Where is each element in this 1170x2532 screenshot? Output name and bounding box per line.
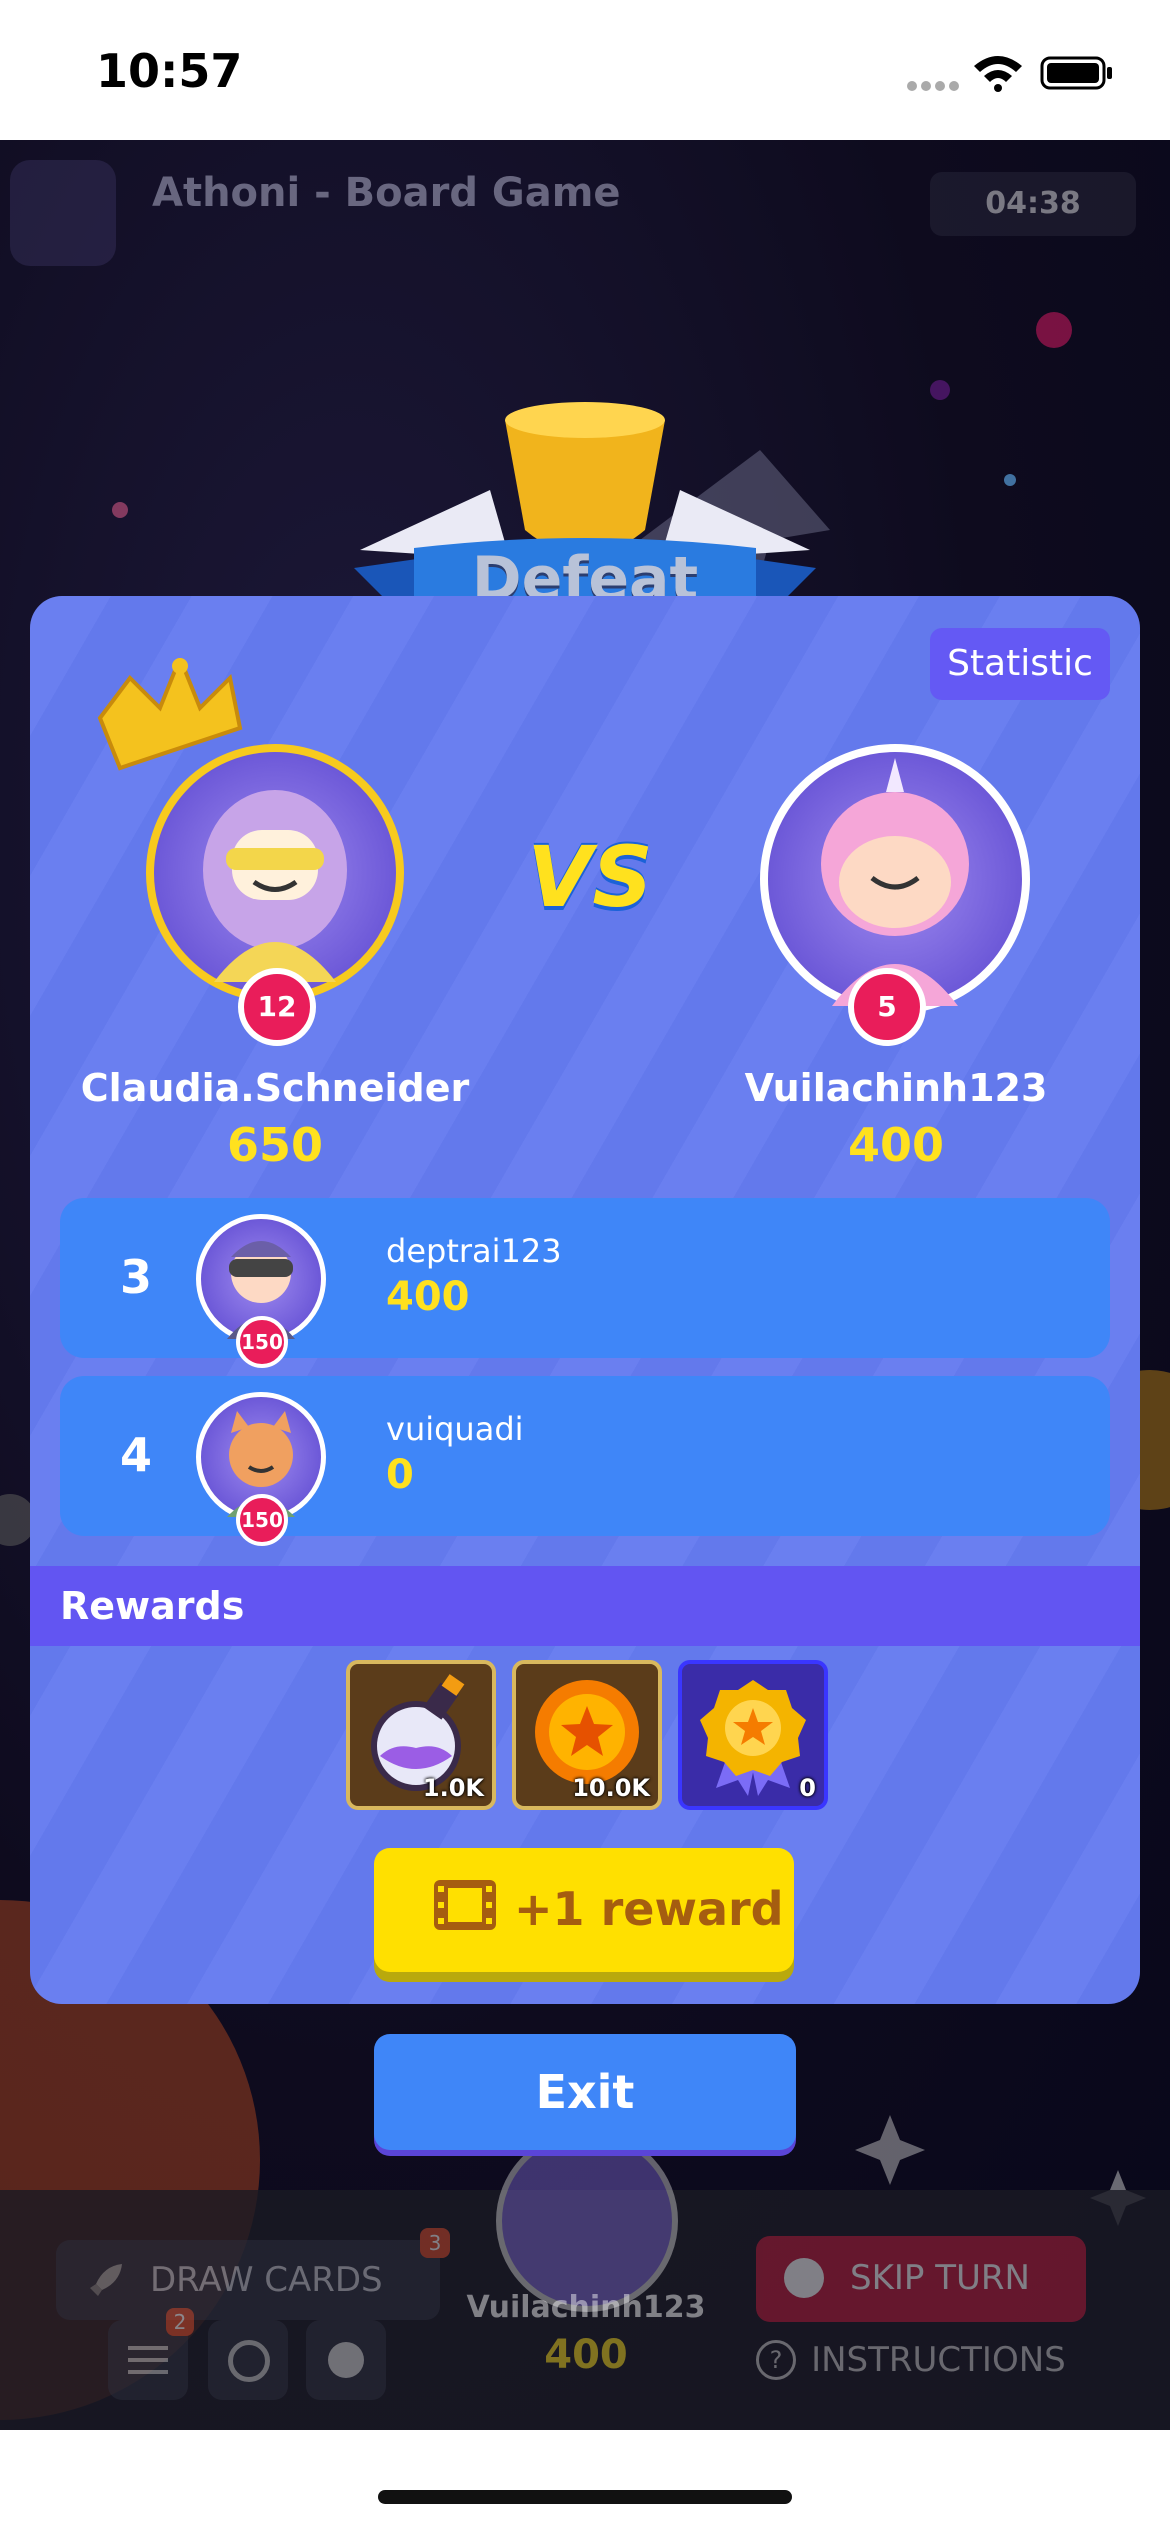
result-panel: Statistic 12 Claudia.Schneider 650 VS 5 … <box>30 596 1140 2004</box>
reward-count: 1.0K <box>422 1774 484 1802</box>
player-left-score: 650 <box>226 1118 324 1172</box>
player-left-avatar <box>146 744 404 1002</box>
row-rank: 3 <box>119 1250 152 1304</box>
question-circle-icon: ? <box>756 2340 796 2380</box>
player-right-score: 400 <box>847 1118 945 1172</box>
stop-icon <box>328 2342 364 2378</box>
current-player-score: 400 <box>544 2332 628 2378</box>
home-area <box>0 2430 1170 2532</box>
statistic-button[interactable]: Statistic <box>930 628 1110 700</box>
list-item: 3 150 deptrai123 400 <box>60 1198 1110 1368</box>
reward-button-label: +1 reward <box>514 1882 784 1936</box>
draw-cards-button[interactable]: DRAW CARDS 3 <box>56 2228 450 2320</box>
exit-button[interactable]: Exit <box>374 2034 796 2150</box>
draw-cards-count: 3 <box>420 2228 450 2258</box>
reward-potion: 1.0K <box>346 1660 496 1810</box>
battery-icon <box>1040 56 1114 94</box>
reward-count: 0 <box>799 1774 816 1802</box>
medal-icon <box>700 1680 806 1796</box>
list-button[interactable]: 2 <box>108 2308 194 2400</box>
vs-label: VS <box>527 828 653 926</box>
row-score: 400 <box>386 1274 470 1320</box>
exit-button-label: Exit <box>535 2065 635 2119</box>
row-name: vuiquadi <box>386 1410 524 1448</box>
list-icon <box>128 2344 168 2380</box>
rewards-header: Rewards <box>30 1566 1140 1646</box>
row-badge: 150 <box>236 1494 288 1546</box>
minus-circle-icon <box>784 2258 824 2298</box>
row-name: deptrai123 <box>386 1232 562 1270</box>
skip-turn-button[interactable]: SKIP TURN <box>756 2236 1086 2322</box>
reward-count: 10.0K <box>572 1774 650 1802</box>
rewards-label: Rewards <box>60 1584 245 1628</box>
draw-cards-label: DRAW CARDS <box>150 2260 383 2300</box>
home-indicator[interactable] <box>378 2490 792 2504</box>
signal-icon <box>906 78 960 97</box>
instructions-link[interactable]: ? INSTRUCTIONS <box>756 2340 1066 2380</box>
game-title: Athoni - Board Game <box>152 170 621 216</box>
film-icon <box>432 1878 498 1943</box>
player-right-level: 5 <box>848 968 926 1046</box>
gear-icon <box>228 2340 270 2382</box>
reward-coin: 10.0K <box>512 1660 662 1810</box>
row-badge: 150 <box>236 1316 288 1368</box>
watch-ad-reward-button[interactable]: +1 reward <box>374 1848 794 1972</box>
game-timer-text: 04:38 <box>985 186 1081 221</box>
current-player-name: Vuilachinh123 <box>466 2290 706 2325</box>
status-time: 10:57 <box>96 44 243 98</box>
player-right-name: Vuilachinh123 <box>744 1066 1048 1110</box>
wifi-icon <box>972 52 1024 96</box>
instructions-label: INSTRUCTIONS <box>811 2340 1066 2380</box>
skip-turn-label: SKIP TURN <box>850 2258 1030 2298</box>
reward-medal: 0 <box>678 1660 828 1810</box>
row-rank: 4 <box>119 1428 152 1482</box>
game-timer: 04:38 <box>930 172 1136 236</box>
rocket-icon <box>84 2258 128 2306</box>
player-left-name: Claudia.Schneider <box>80 1066 470 1110</box>
status-bar: 10:57 <box>0 0 1170 140</box>
player-left-level: 12 <box>238 968 316 1046</box>
list-badge: 2 <box>166 2308 194 2336</box>
list-item: 4 150 vuiquadi 0 <box>60 1376 1110 1546</box>
current-player-avatar <box>496 2130 678 2312</box>
game-logo <box>10 160 116 266</box>
settings-button[interactable] <box>208 2320 288 2400</box>
row-score: 0 <box>386 1452 414 1498</box>
stop-button[interactable] <box>306 2320 386 2400</box>
